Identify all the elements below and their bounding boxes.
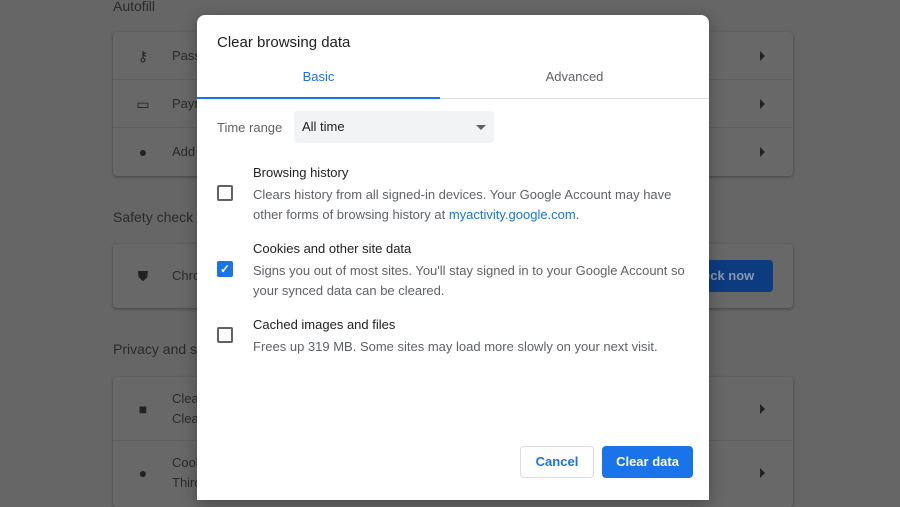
time-range-value: All time (302, 119, 345, 134)
section-autofill: Autofill (113, 0, 156, 14)
cache-checkbox[interactable] (217, 327, 233, 343)
time-range-select[interactable]: All time (294, 111, 494, 143)
dropdown-caret-icon (476, 125, 486, 130)
key-icon: ⚷ (137, 47, 149, 64)
arrow-right-icon (760, 50, 765, 61)
arrow-right-icon (760, 147, 765, 157)
time-range-label: Time range (217, 120, 283, 135)
tab-basic[interactable]: Basic (197, 63, 440, 99)
tab-bar: Basic Advanced (197, 63, 709, 99)
option-title: Cached images and files (253, 317, 396, 332)
myactivity-link[interactable]: myactivity.google.com (449, 207, 576, 222)
browsing-history-checkbox[interactable] (217, 185, 233, 201)
clear-browsing-data-dialog: Clear browsing data Basic Advanced Time … (197, 15, 709, 500)
option-title: Cookies and other site data (253, 241, 412, 256)
location-pin-icon: ● (138, 144, 148, 160)
arrow-right-icon (760, 98, 765, 109)
cookie-icon: ● (138, 465, 148, 481)
option-desc: Signs you out of most sites. You'll stay… (253, 263, 685, 298)
cancel-button[interactable]: Cancel (520, 446, 594, 478)
arrow-right-icon (760, 468, 765, 478)
safety-label: Chro (172, 268, 201, 283)
option-title: Browsing history (253, 165, 349, 180)
row-label: Add (172, 144, 196, 159)
trash-icon: ■ (138, 400, 148, 417)
tab-advanced[interactable]: Advanced (453, 63, 696, 99)
desc-end: . (575, 207, 580, 222)
section-privacy: Privacy and s (113, 341, 198, 357)
clear-data-button[interactable]: Clear data (602, 446, 693, 478)
credit-card-icon: ▭ (136, 95, 150, 112)
row-label: Payr (172, 96, 199, 111)
shield-icon: ⛊ (137, 268, 149, 284)
section-safety-check: Safety check (113, 209, 194, 225)
dialog-title: Clear browsing data (217, 34, 351, 51)
cookies-checkbox[interactable]: ✓ (217, 261, 233, 277)
option-desc: Frees up 319 MB. Some sites may load mor… (253, 339, 658, 354)
option-desc: Clears history from all signed-in device… (253, 185, 698, 225)
arrow-right-icon (760, 403, 765, 414)
